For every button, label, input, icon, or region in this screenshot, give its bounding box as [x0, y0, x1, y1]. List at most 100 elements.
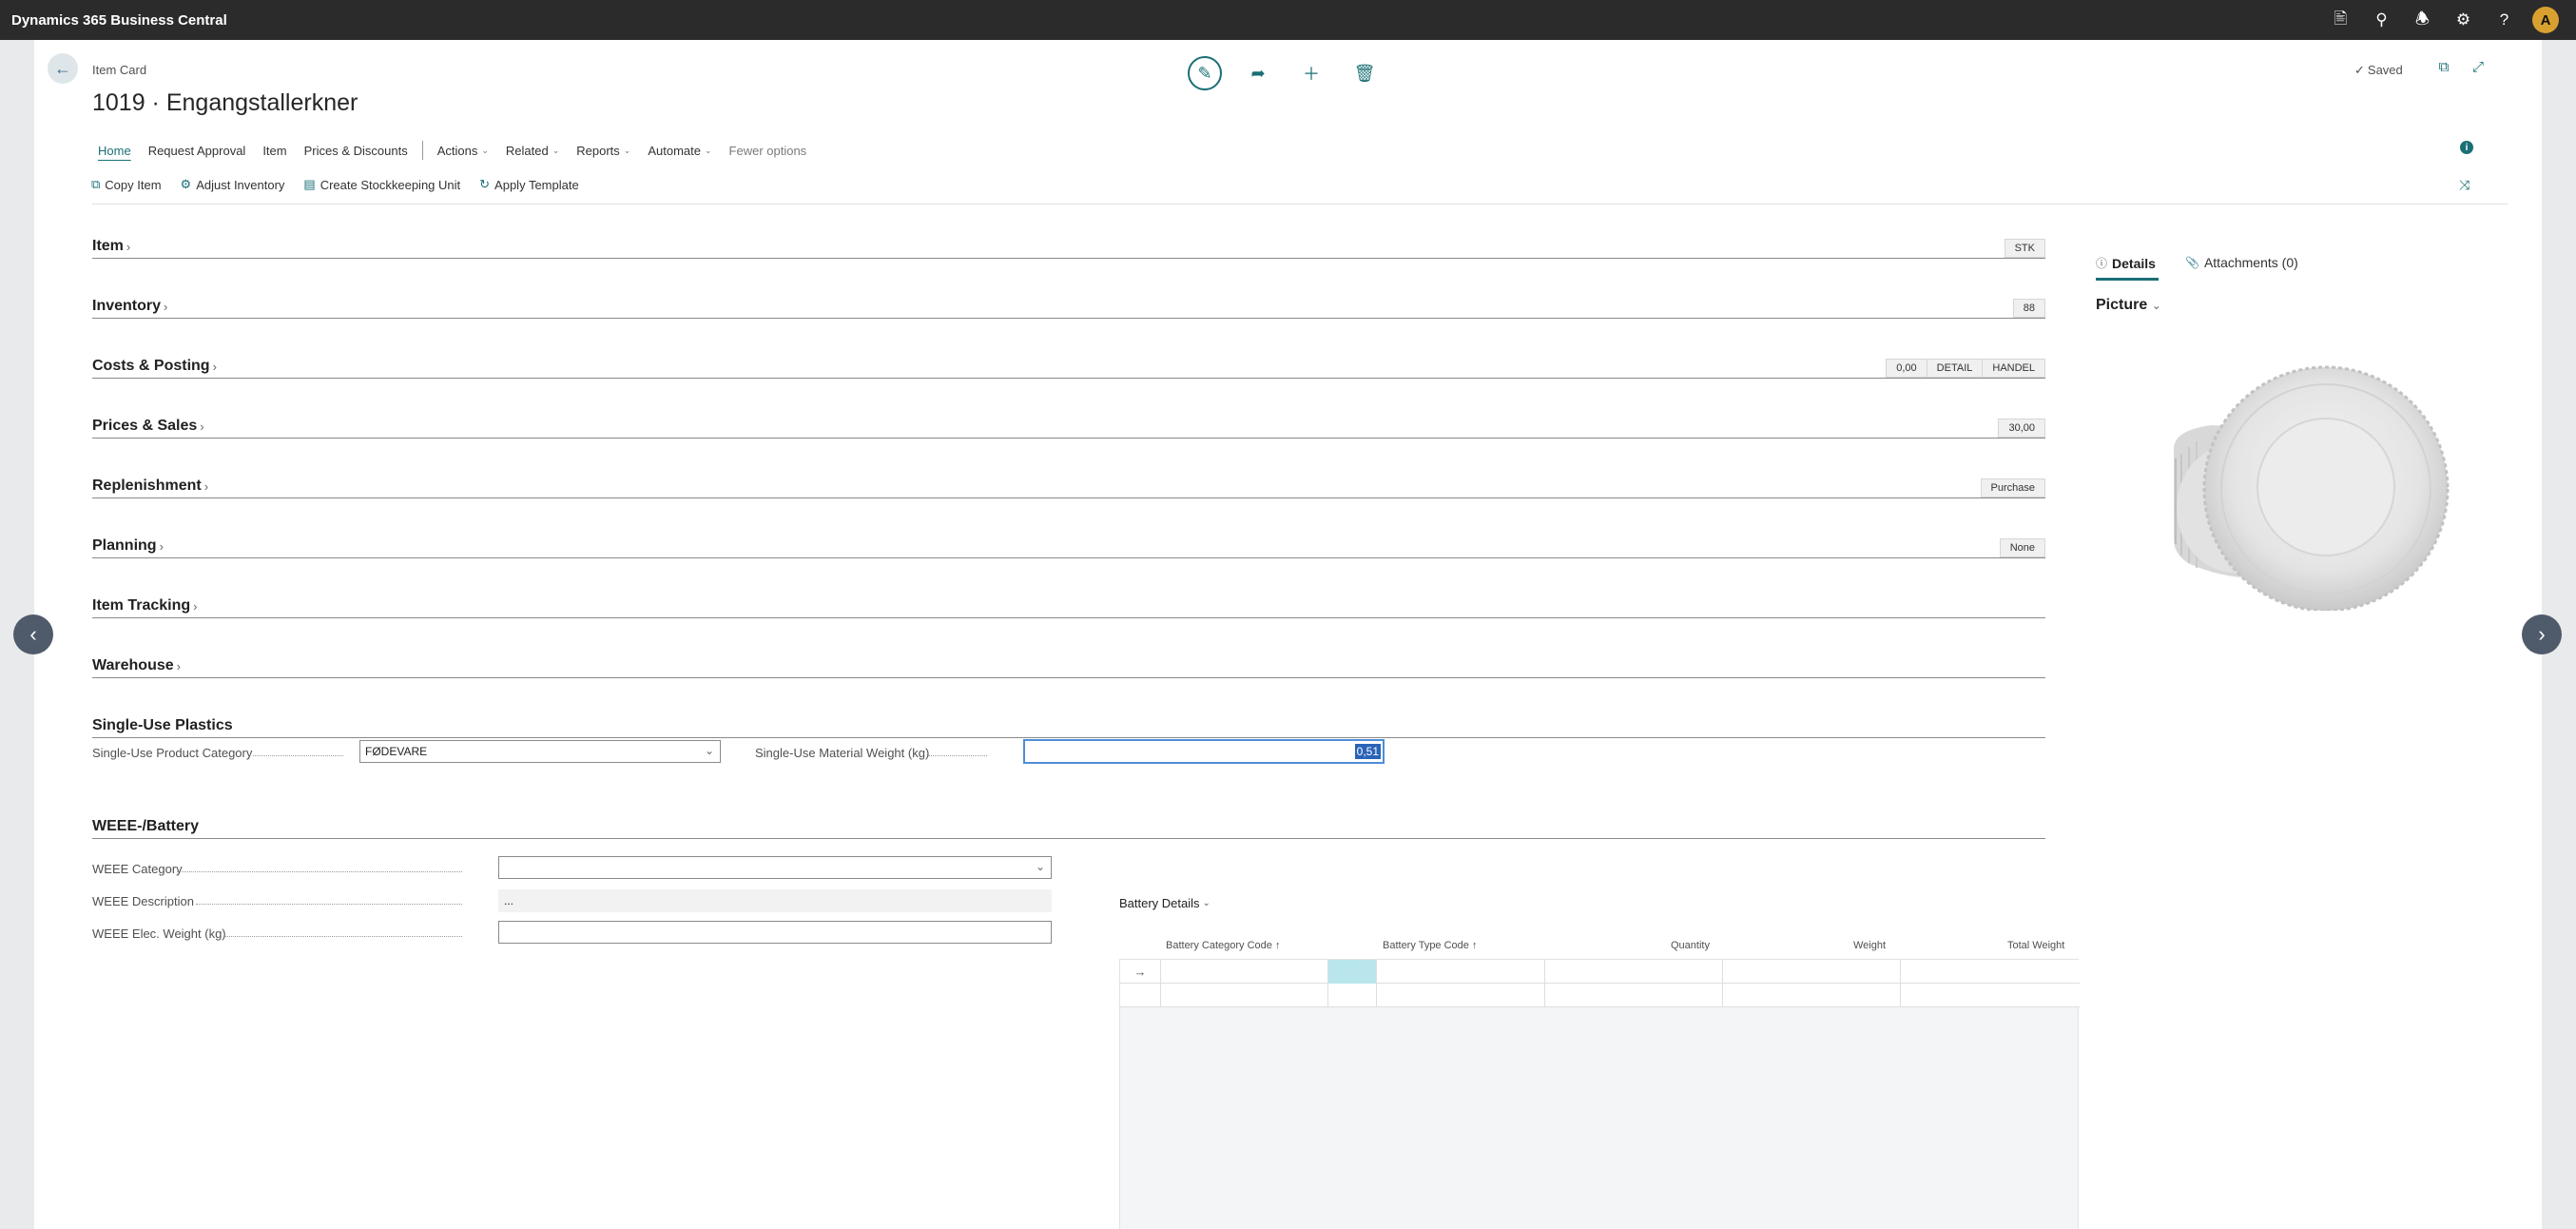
search-icon[interactable]: ⚲ — [2361, 0, 2402, 40]
cell-battery-type-code[interactable] — [1377, 984, 1545, 1007]
cell-empty[interactable] — [1328, 984, 1377, 1007]
weee-category-select[interactable]: ⌄ — [498, 856, 1052, 879]
apply-template-label: Apply Template — [494, 177, 579, 192]
table-row[interactable] — [1120, 984, 2080, 1007]
document-icon[interactable]: 🖹 — [2320, 0, 2361, 40]
column-quantity[interactable]: Quantity — [1671, 940, 1710, 951]
cell-quantity[interactable] — [1545, 984, 1723, 1007]
menu-item[interactable]: Item — [254, 137, 295, 164]
promoted-fields: 88 — [2012, 299, 2045, 318]
fasttab-warehouse-title: Warehouse — [92, 657, 174, 673]
item-picture[interactable] — [2136, 335, 2459, 611]
help-icon[interactable]: ? — [2484, 0, 2525, 40]
promoted-fields: 0,00 DETAIL HANDEL — [1886, 359, 2045, 378]
fasttab-costs-posting[interactable]: Costs & Posting › 0,00 DETAIL HANDEL — [92, 354, 2045, 379]
back-arrow-icon[interactable]: ← — [48, 53, 78, 84]
fasttab-single-use-plastics[interactable]: Single-Use Plastics — [92, 713, 2045, 738]
menu-automate[interactable]: Automate ⌄ — [639, 137, 720, 164]
chevron-right-icon: › — [159, 538, 164, 554]
promoted-value: Purchase — [1980, 478, 2045, 497]
avatar[interactable]: A — [2532, 7, 2559, 33]
fasttab-replenishment[interactable]: Replenishment › Purchase — [92, 474, 2045, 498]
column-total-weight[interactable]: Total Weight — [2007, 940, 2064, 951]
edit-pencil-icon[interactable]: ✎ — [1188, 56, 1222, 90]
single-use-category-label: Single-Use Product Category — [92, 746, 253, 760]
weee-category-label: WEEE Category — [92, 862, 183, 876]
fasttab-weee-title: WEEE-/Battery — [92, 818, 200, 834]
fasttab-title: Item › — [92, 238, 130, 255]
menu-home[interactable]: Home — [89, 137, 140, 164]
copy-icon: ⧉ — [91, 177, 101, 191]
promoted-value: 30,00 — [1998, 419, 2045, 438]
column-battery-category-code[interactable]: Battery Category Code ↑ — [1166, 940, 1280, 951]
cell-battery-type-code[interactable] — [1377, 960, 1545, 984]
picture-section-header[interactable]: Picture ⌄ — [2096, 297, 2161, 314]
share-icon[interactable]: ➦ — [1238, 53, 1278, 93]
saved-status: ✓ Saved — [2354, 63, 2403, 78]
stack-icon: ▤ — [303, 177, 316, 191]
cell-selected[interactable] — [1328, 960, 1377, 984]
apply-template-button[interactable]: ↻ Apply Template — [479, 177, 579, 192]
battery-details-header[interactable]: Battery Details ⌄ — [1119, 896, 1211, 910]
column-weight[interactable]: Weight — [1853, 940, 1886, 951]
cell-weight[interactable] — [1723, 984, 1901, 1007]
open-new-window-icon[interactable]: ⧉ — [2431, 55, 2457, 78]
battery-details-title: Battery Details — [1119, 896, 1200, 910]
adjust-inventory-button[interactable]: ⚙ Adjust Inventory — [181, 177, 285, 192]
cell-total-weight[interactable] — [1901, 984, 2080, 1007]
fasttab-weee-battery[interactable]: WEEE-/Battery — [92, 814, 2045, 839]
menu-reports[interactable]: Reports ⌄ — [568, 137, 639, 164]
info-icon[interactable]: i — [2460, 141, 2473, 154]
column-battery-type-code[interactable]: Battery Type Code ↑ — [1383, 940, 1477, 951]
factbox-tab-attachments[interactable]: 📎 Attachments (0) — [2185, 255, 2298, 270]
create-sku-label: Create Stockkeeping Unit — [320, 177, 461, 192]
menu-related-label: Related — [505, 143, 549, 158]
fasttab-planning[interactable]: Planning › None — [92, 534, 2045, 558]
chevron-down-icon: ⌄ — [552, 145, 560, 155]
cell-total-weight[interactable] — [1901, 960, 2080, 984]
single-use-weight-input[interactable]: 0,51 — [1023, 739, 1385, 764]
menu-fewer-options[interactable]: Fewer options — [721, 137, 816, 164]
weee-description-field: ... — [498, 889, 1052, 912]
fasttab-warehouse[interactable]: Warehouse › — [92, 654, 2045, 678]
chevron-down-icon: ⌄ — [704, 145, 712, 155]
menu-actions[interactable]: Actions ⌄ — [429, 137, 497, 164]
fasttab-title: Single-Use Plastics — [92, 717, 233, 734]
fasttab-item-tracking[interactable]: Item Tracking › — [92, 594, 2045, 618]
cell-battery-category-code[interactable] — [1161, 960, 1328, 984]
fasttab-item[interactable]: Item › STK — [92, 234, 2045, 259]
next-record-button[interactable]: › — [2522, 614, 2562, 654]
field-leader-dots — [177, 871, 462, 872]
menu-request-approval[interactable]: Request Approval — [140, 137, 255, 164]
factbox-tab-details[interactable]: ⓘ Details — [2096, 255, 2156, 271]
previous-record-button[interactable]: ‹ — [13, 614, 53, 654]
bell-icon[interactable]: 🕭 — [2402, 0, 2443, 40]
cell-weight[interactable] — [1723, 960, 1901, 984]
personalize-icon[interactable]: ⤨ — [2459, 177, 2469, 193]
menu-prices-discounts[interactable]: Prices & Discounts — [296, 137, 416, 164]
chevron-down-icon: ⌄ — [481, 145, 489, 155]
fasttab-prices-sales[interactable]: Prices & Sales › 30,00 — [92, 414, 2045, 439]
promoted-fields: Purchase — [1980, 478, 2045, 497]
promoted-fields: None — [1999, 538, 2045, 557]
collapse-icon[interactable]: ⤢ — [2465, 55, 2491, 78]
menu-related[interactable]: Related ⌄ — [497, 137, 568, 164]
field-leader-dots — [224, 936, 462, 937]
chevron-down-icon: ⌄ — [704, 744, 714, 757]
delete-trash-icon[interactable]: 🗑 — [1345, 53, 1385, 93]
fasttab-title: Prices & Sales › — [92, 418, 204, 435]
cell-battery-category-code[interactable] — [1161, 984, 1328, 1007]
cell-quantity[interactable] — [1545, 960, 1723, 984]
fasttab-inventory[interactable]: Inventory › 88 — [92, 294, 2045, 319]
weee-elec-weight-input[interactable] — [498, 921, 1052, 944]
divider — [92, 204, 2508, 205]
new-plus-icon[interactable]: ＋ — [1291, 53, 1331, 93]
create-sku-button[interactable]: ▤ Create Stockkeeping Unit — [303, 177, 460, 192]
promoted-actions: ⧉ Copy Item ⚙ Adjust Inventory ▤ Create Sto… — [91, 173, 579, 196]
app-bar: Dynamics 365 Business Central 🖹 ⚲ 🕭 ⚙ ? … — [0, 0, 2576, 40]
chevron-down-icon: ⌄ — [623, 145, 631, 155]
table-row[interactable]: → — [1120, 960, 2080, 984]
single-use-category-select[interactable]: FØDEVARE ⌄ — [359, 740, 721, 763]
copy-item-button[interactable]: ⧉ Copy Item — [91, 177, 162, 192]
gear-icon[interactable]: ⚙ — [2443, 0, 2484, 40]
